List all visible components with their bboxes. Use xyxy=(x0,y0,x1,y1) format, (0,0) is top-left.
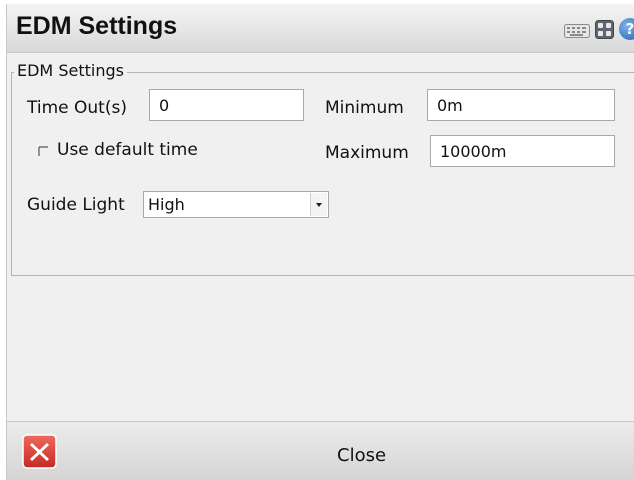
maximum-label: Maximum xyxy=(325,143,409,163)
edm-settings-window: EDM Settings ? EDM Settings Time Out(s) … xyxy=(6,4,634,480)
close-button-label: Close xyxy=(337,445,387,466)
timeout-input[interactable] xyxy=(149,89,304,121)
maximum-input[interactable] xyxy=(430,135,615,167)
close-icon xyxy=(22,434,57,469)
bottom-bar: Close xyxy=(7,421,634,480)
guide-light-select[interactable]: High xyxy=(143,191,329,218)
group-legend: EDM Settings xyxy=(14,61,127,80)
use-default-time-label: Use default time xyxy=(57,140,198,160)
guide-light-label: Guide Light xyxy=(27,195,125,215)
help-icon[interactable]: ? xyxy=(619,18,634,40)
timeout-label: Time Out(s) xyxy=(27,98,127,118)
close-button[interactable]: Close xyxy=(7,422,634,480)
keyboard-icon[interactable] xyxy=(564,24,590,38)
window-title: EDM Settings xyxy=(16,12,178,40)
guide-light-selected-value: High xyxy=(148,195,185,214)
use-default-time-checkbox[interactable] xyxy=(38,146,49,157)
minimum-input[interactable] xyxy=(427,89,615,121)
chevron-down-icon[interactable] xyxy=(310,193,327,216)
minimum-label: Minimum xyxy=(325,98,404,118)
settings-icon[interactable] xyxy=(595,19,614,39)
title-bar-icons: ? xyxy=(559,18,634,40)
title-bar: EDM Settings ? xyxy=(7,4,634,53)
